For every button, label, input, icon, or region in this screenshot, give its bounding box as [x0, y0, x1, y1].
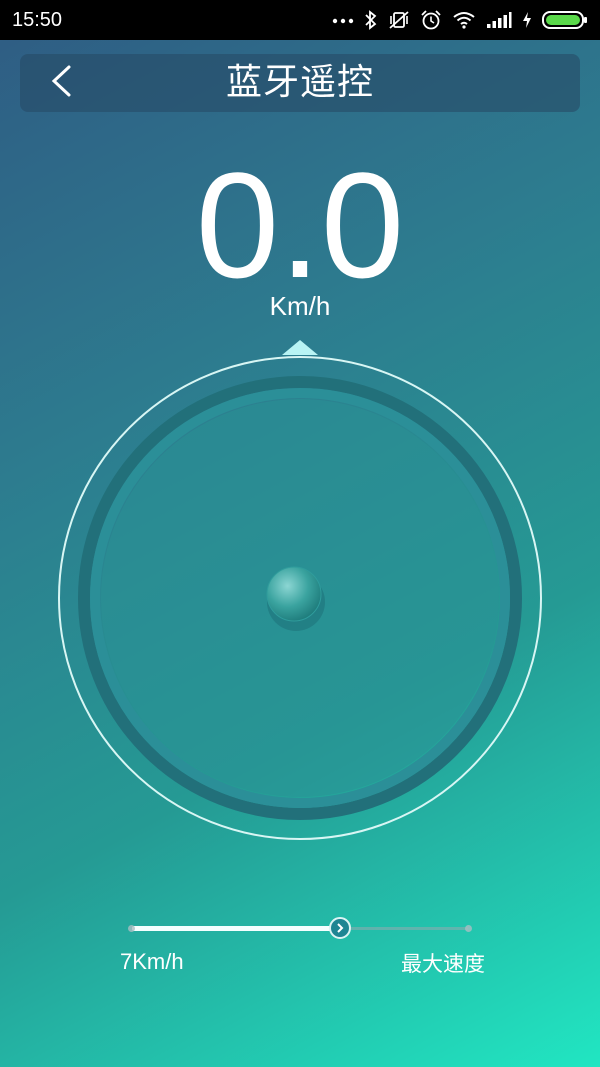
signal-icon: [486, 11, 512, 29]
speed-unit: Km/h: [269, 291, 331, 321]
alarm-icon: [420, 9, 442, 31]
charging-icon: [522, 11, 532, 29]
speed-slider[interactable]: [128, 916, 472, 942]
status-time: 15:50: [12, 8, 63, 31]
bluetooth-icon: [364, 10, 378, 30]
slider-min-label: 7Km/h: [120, 949, 184, 974]
triangle-up-icon: [282, 340, 318, 355]
slider-end-right: [465, 925, 472, 932]
more-dots-icon: [332, 16, 354, 24]
slider-end-left: [128, 925, 135, 932]
speed-value: 0.0: [195, 141, 405, 309]
joystick-knob[interactable]: [266, 566, 322, 622]
status-icons: [332, 9, 588, 31]
slider-thumb[interactable]: [329, 917, 351, 939]
wifi-icon: [452, 11, 476, 29]
battery-icon: [542, 10, 588, 30]
page-title: 蓝牙遥控: [225, 62, 374, 103]
vibrate-off-icon: [388, 10, 410, 30]
status-bar: 15:50: [0, 0, 600, 40]
joystick-dial[interactable]: [52, 336, 548, 850]
header-bar: 蓝牙遥控: [20, 54, 580, 112]
slider-fill: [132, 926, 340, 931]
chevron-right-icon: [335, 919, 345, 938]
slider-max-label: 最大速度: [401, 952, 485, 976]
